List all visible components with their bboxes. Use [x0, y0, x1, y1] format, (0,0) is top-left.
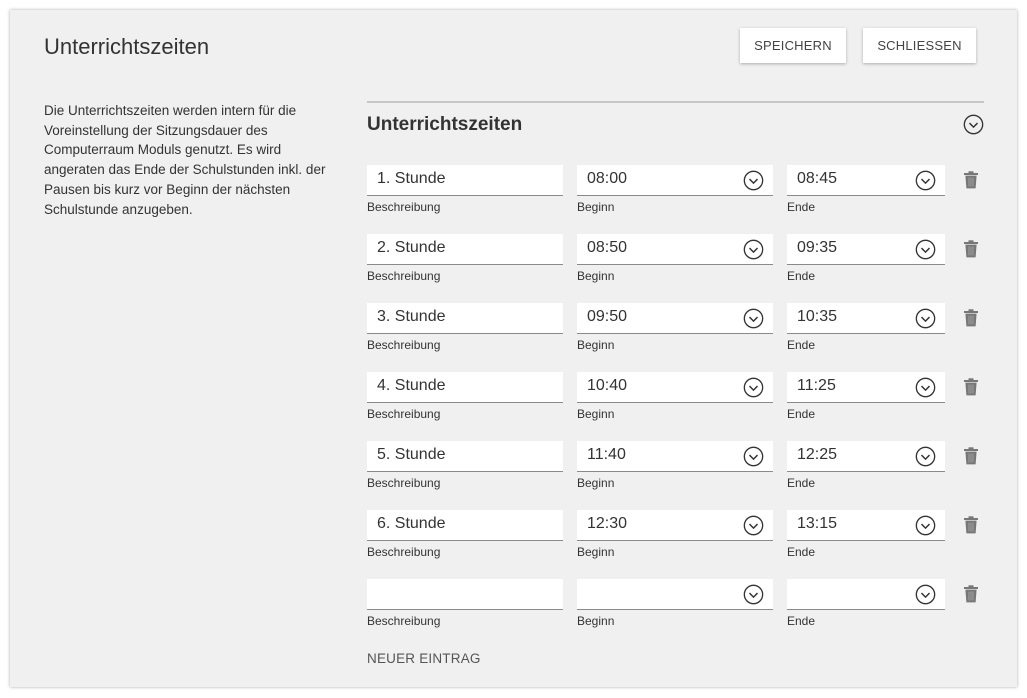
- chevron-down-circle-icon[interactable]: [915, 446, 936, 467]
- description-value: 2. Stunde: [377, 239, 446, 256]
- chevron-down-circle-icon[interactable]: [743, 377, 764, 398]
- description-label: Beschreibung: [367, 545, 441, 559]
- chevron-down-circle-icon[interactable]: [743, 584, 764, 605]
- description-input[interactable]: 6. Stunde: [367, 510, 563, 541]
- end-time-input[interactable]: [787, 579, 945, 610]
- end-label: Ende: [787, 407, 816, 421]
- chevron-down-circle-icon[interactable]: [743, 308, 764, 329]
- description-value: 6. Stunde: [377, 515, 446, 532]
- description-input[interactable]: 4. Stunde: [367, 372, 563, 403]
- end-time-value: 10:35: [797, 308, 838, 325]
- times-section: Unterrichtszeiten 1. Stunde 08:00 08:45 Bes…: [367, 101, 984, 628]
- begin-label: Beginn: [577, 338, 615, 352]
- trash-icon[interactable]: [963, 585, 979, 603]
- section-title: Unterrichtszeiten: [367, 114, 523, 135]
- chevron-down-circle-icon[interactable]: [915, 308, 936, 329]
- begin-time-input[interactable]: 12:30: [577, 510, 773, 541]
- begin-time-input[interactable]: 08:50: [577, 234, 773, 265]
- trash-icon[interactable]: [963, 378, 979, 396]
- begin-label: Beginn: [577, 200, 615, 214]
- end-time-input[interactable]: 08:45: [787, 165, 945, 196]
- description-text: Die Unterrichtszeiten werden intern für …: [44, 103, 326, 217]
- begin-time-value: 08:50: [587, 239, 628, 256]
- description-input[interactable]: 2. Stunde: [367, 234, 563, 265]
- begin-label: Beginn: [577, 407, 615, 421]
- end-time-value: 09:35: [797, 239, 838, 256]
- description-label: Beschreibung: [367, 200, 441, 214]
- description-input[interactable]: 5. Stunde: [367, 441, 563, 472]
- description-label: Beschreibung: [367, 407, 441, 421]
- end-label: Ende: [787, 200, 816, 214]
- begin-time-value: 12:30: [587, 515, 628, 532]
- description-value: 5. Stunde: [377, 446, 446, 463]
- description-label: Beschreibung: [367, 476, 441, 490]
- end-label: Ende: [787, 338, 816, 352]
- trash-icon[interactable]: [963, 516, 979, 534]
- rows-container: 1. Stunde 08:00 08:45 Beschreibung Beginn End…: [367, 165, 984, 648]
- description-value: 4. Stunde: [377, 377, 446, 394]
- description-input[interactable]: 3. Stunde: [367, 303, 563, 334]
- save-button[interactable]: SPEICHERN: [740, 28, 846, 63]
- description-value: 3. Stunde: [377, 308, 446, 325]
- time-row: 2. Stunde 08:50 09:35 Beschreibung Beginn End…: [367, 234, 984, 303]
- end-label: Ende: [787, 269, 816, 283]
- trash-icon[interactable]: [963, 171, 979, 189]
- begin-time-value: 10:40: [587, 377, 628, 394]
- begin-time-value: 08:00: [587, 170, 628, 187]
- time-row: 3. Stunde 09:50 10:35 Beschreibung Beginn End…: [367, 303, 984, 372]
- section-header[interactable]: Unterrichtszeiten: [367, 103, 984, 147]
- end-time-value: 11:25: [797, 377, 836, 394]
- time-row: 1. Stunde 08:00 08:45 Beschreibung Beginn End…: [367, 165, 984, 234]
- close-button[interactable]: SCHLIESSEN: [863, 28, 976, 63]
- time-row: 6. Stunde 12:30 13:15 Beschreibung Beginn End…: [367, 510, 984, 579]
- begin-time-input[interactable]: [577, 579, 773, 610]
- end-time-input[interactable]: 12:25: [787, 441, 945, 472]
- time-row: Beschreibung Beginn Ende: [367, 579, 984, 648]
- begin-label: Beginn: [577, 614, 615, 628]
- end-time-value: 12:25: [797, 446, 838, 463]
- chevron-down-circle-icon[interactable]: [915, 239, 936, 260]
- begin-time-input[interactable]: 11:40: [577, 441, 773, 472]
- end-label: Ende: [787, 476, 816, 490]
- chevron-down-circle-icon[interactable]: [743, 170, 764, 191]
- end-time-input[interactable]: 09:35: [787, 234, 945, 265]
- end-label: Ende: [787, 545, 816, 559]
- begin-time-input[interactable]: 10:40: [577, 372, 773, 403]
- end-time-input[interactable]: 10:35: [787, 303, 945, 334]
- begin-time-input[interactable]: 08:00: [577, 165, 773, 196]
- begin-time-input[interactable]: 09:50: [577, 303, 773, 334]
- end-label: Ende: [787, 614, 816, 628]
- collapse-icon[interactable]: [963, 114, 984, 135]
- description-label: Beschreibung: [367, 269, 441, 283]
- chevron-down-circle-icon[interactable]: [915, 377, 936, 398]
- begin-label: Beginn: [577, 545, 615, 559]
- time-row: 5. Stunde 11:40 12:25 Beschreibung Beginn End…: [367, 441, 984, 510]
- description-input[interactable]: 1. Stunde: [367, 165, 563, 196]
- description-value: 1. Stunde: [377, 170, 446, 187]
- description-label: Beschreibung: [367, 338, 441, 352]
- description-label: Beschreibung: [367, 614, 441, 628]
- begin-time-value: 11:40: [587, 446, 626, 463]
- page-title: Unterrichtszeiten: [44, 34, 210, 59]
- begin-label: Beginn: [577, 476, 615, 490]
- end-time-value: 08:45: [797, 170, 838, 187]
- end-time-input[interactable]: 11:25: [787, 372, 945, 403]
- chevron-down-circle-icon[interactable]: [915, 584, 936, 605]
- description-input[interactable]: [367, 579, 563, 610]
- trash-icon[interactable]: [963, 447, 979, 465]
- begin-label: Beginn: [577, 269, 615, 283]
- trash-icon[interactable]: [963, 240, 979, 258]
- end-time-value: 13:15: [797, 515, 838, 532]
- trash-icon[interactable]: [963, 309, 979, 327]
- chevron-down-circle-icon[interactable]: [915, 170, 936, 191]
- begin-time-value: 09:50: [587, 308, 628, 325]
- chevron-down-circle-icon[interactable]: [743, 446, 764, 467]
- add-entry-button[interactable]: NEUER EINTRAG: [367, 651, 481, 666]
- chevron-down-circle-icon[interactable]: [743, 515, 764, 536]
- chevron-down-circle-icon[interactable]: [743, 239, 764, 260]
- end-time-input[interactable]: 13:15: [787, 510, 945, 541]
- chevron-down-circle-icon[interactable]: [915, 515, 936, 536]
- dialog-panel: Unterrichtszeiten SPEICHERN SCHLIESSEN D…: [10, 10, 1017, 687]
- time-row: 4. Stunde 10:40 11:25 Beschreibung Beginn End…: [367, 372, 984, 441]
